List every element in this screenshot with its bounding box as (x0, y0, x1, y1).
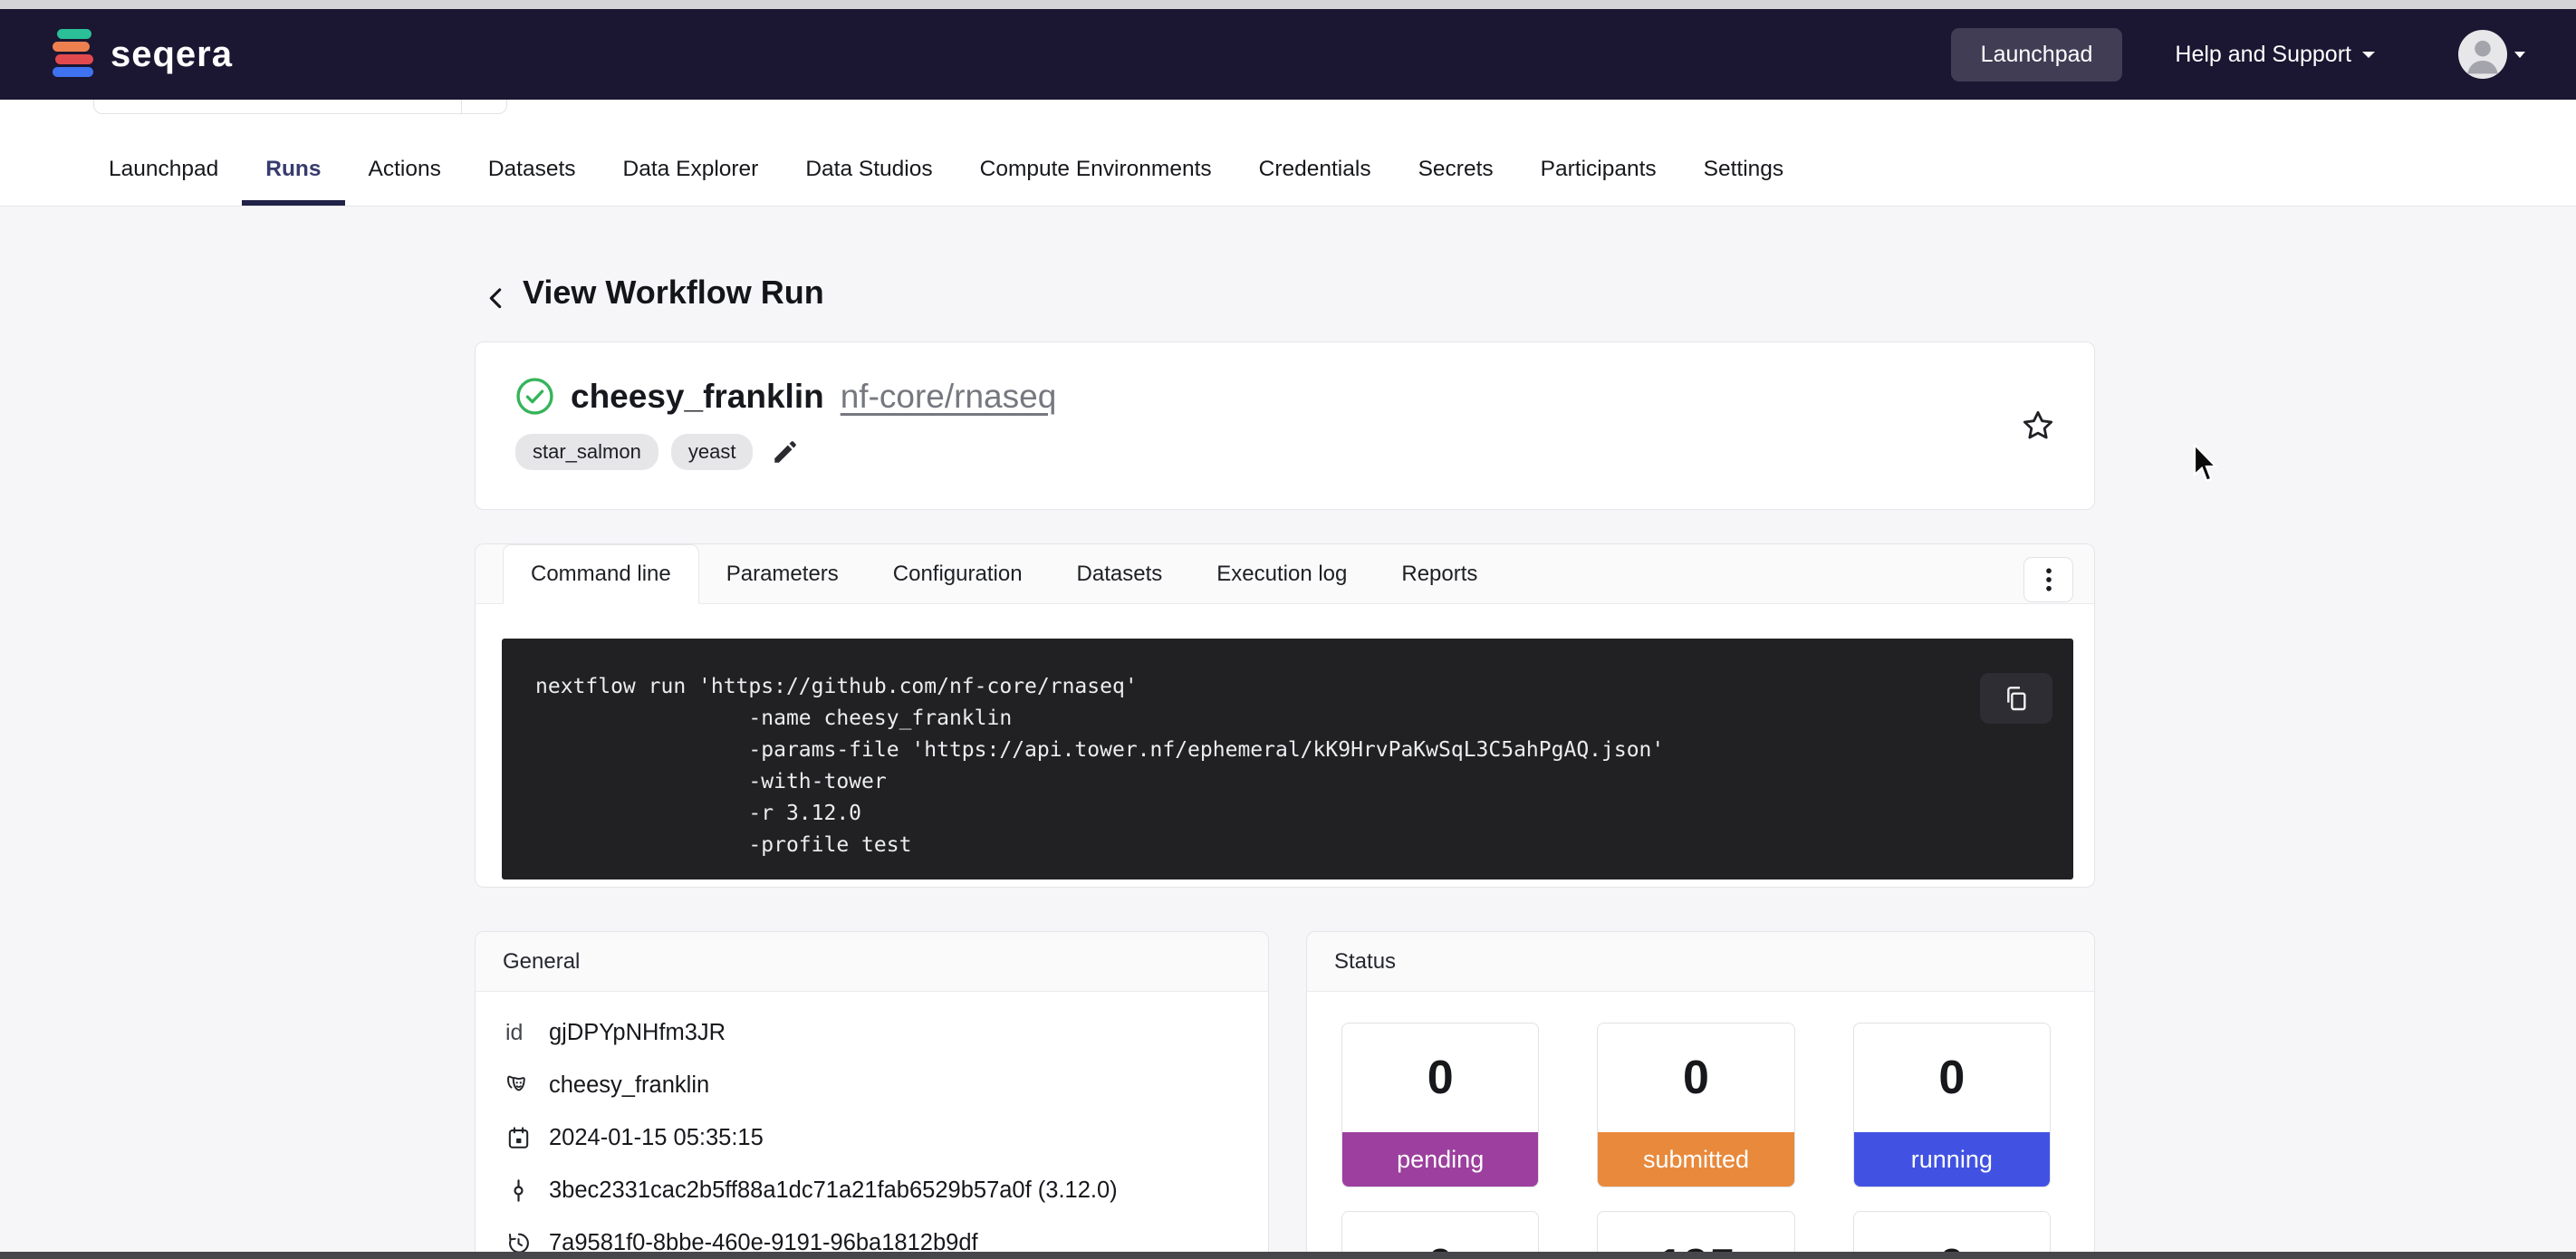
copy-command-button[interactable] (1980, 673, 2052, 724)
person-icon (2458, 30, 2507, 79)
running-count: 0 (1854, 1024, 2050, 1132)
general-header: General (476, 932, 1268, 992)
top-navbar: seqera Launchpad Help and Support (0, 9, 2576, 100)
chevron-down-icon (2514, 52, 2525, 58)
seqera-logo[interactable]: seqera (51, 27, 233, 82)
tab-reports[interactable]: Reports (1374, 544, 1504, 603)
status-card-pending: 0 pending (1341, 1023, 1539, 1187)
tab-settings[interactable]: Settings (1680, 157, 1808, 206)
code-line: -with-tower (535, 766, 2073, 798)
tab-secrets[interactable]: Secrets (1395, 157, 1517, 206)
general-row-name: cheesy_franklin (505, 1059, 1241, 1111)
detail-tabs: Command line Parameters Configuration Da… (476, 544, 2094, 604)
tab-launchpad[interactable]: Launchpad (85, 157, 242, 206)
chevron-down-icon (2362, 52, 2375, 58)
masks-icon (505, 1072, 532, 1099)
copy-icon (2002, 684, 2031, 713)
tab-data-explorer[interactable]: Data Explorer (600, 157, 783, 206)
run-detail-card: Command line Parameters Configuration Da… (475, 543, 2095, 888)
general-section: General id gjDPYpNHfm3JR cheesy_franklin (475, 931, 1269, 1259)
commit-icon (505, 1177, 532, 1204)
run-id-value: gjDPYpNHfm3JR (549, 1020, 726, 1046)
code-line: -r 3.12.0 (535, 798, 2073, 830)
page-title: View Workflow Run (523, 274, 824, 312)
pending-label: pending (1342, 1132, 1538, 1187)
back-button[interactable] (481, 280, 512, 316)
status-card-submitted: 0 submitted (1597, 1023, 1794, 1187)
code-line: -params-file 'https://api.tower.nf/ephem… (535, 735, 2073, 766)
general-row-commit: 3bec2331cac2b5ff88a1dc71a21fab6529b57a0f… (505, 1164, 1241, 1216)
tab-compute-environments[interactable]: Compute Environments (956, 157, 1235, 206)
edit-pencil-icon[interactable] (771, 437, 800, 466)
label-tag: star_salmon (515, 434, 658, 470)
tab-datasets-detail[interactable]: Datasets (1050, 544, 1190, 603)
brand-name: seqera (111, 34, 233, 75)
kebab-menu-icon (2037, 564, 2061, 595)
launchpad-button[interactable]: Launchpad (1951, 28, 2123, 82)
tab-command-line[interactable]: Command line (503, 544, 699, 604)
commit-id-value: 3bec2331cac2b5ff88a1dc71a21fab6529b57a0f… (549, 1177, 1118, 1204)
window-edge-strip (0, 0, 2576, 9)
workspace-tabs: Launchpad Runs Actions Datasets Data Exp… (85, 157, 1807, 206)
star-favorite-button[interactable] (2020, 408, 2056, 444)
general-row-date: 2024-01-15 05:35:15 (505, 1111, 1241, 1164)
status-header: Status (1307, 932, 2094, 992)
seqera-app: seqera Launchpad Help and Support Launch… (0, 0, 2576, 1259)
label-tag: yeast (671, 434, 754, 470)
avatar (2458, 30, 2507, 79)
general-row-id: id gjDPYpNHfm3JR (505, 1006, 1241, 1059)
code-line: nextflow run 'https://github.com/nf-core… (535, 671, 2073, 703)
calendar-icon (505, 1125, 532, 1151)
code-line: -name cheesy_franklin (535, 703, 2073, 735)
tab-configuration[interactable]: Configuration (866, 544, 1050, 603)
help-and-support-label: Help and Support (2175, 42, 2351, 68)
pipeline-link[interactable]: nf-core/rnaseq (841, 378, 1057, 416)
help-and-support-menu[interactable]: Help and Support (2175, 42, 2375, 68)
command-line-block: nextflow run 'https://github.com/nf-core… (502, 639, 2073, 879)
tab-participants[interactable]: Participants (1517, 157, 1680, 206)
submitted-label: submitted (1598, 1132, 1793, 1187)
chevron-left-icon (481, 280, 512, 316)
start-date-value: 2024-01-15 05:35:15 (549, 1125, 764, 1151)
search-input[interactable] (93, 100, 507, 114)
status-card-running: 0 running (1853, 1023, 2051, 1187)
status-section: Status 0 pending 0 submitted 0 running 0 (1306, 931, 2095, 1259)
tab-credentials[interactable]: Credentials (1235, 157, 1395, 206)
seqera-logo-icon (51, 27, 96, 82)
running-label: running (1854, 1132, 2050, 1187)
submitted-count: 0 (1598, 1024, 1793, 1132)
mouse-cursor (2190, 444, 2219, 484)
tab-datasets[interactable]: Datasets (465, 157, 600, 206)
input-divider (461, 100, 462, 113)
tab-parameters[interactable]: Parameters (699, 544, 866, 603)
more-options-button[interactable] (2023, 557, 2073, 602)
pending-count: 0 (1342, 1024, 1538, 1132)
star-icon (2020, 408, 2056, 444)
tab-data-studios[interactable]: Data Studios (782, 157, 956, 206)
window-bottom-strip (0, 1252, 2576, 1259)
code-line: -profile test (535, 830, 2073, 861)
run-name-value: cheesy_franklin (549, 1072, 709, 1099)
workspace-nav-band: Launchpad Runs Actions Datasets Data Exp… (0, 100, 2576, 207)
tab-execution-log[interactable]: Execution log (1189, 544, 1374, 603)
run-name: cheesy_franklin (571, 378, 824, 416)
user-menu[interactable] (2458, 30, 2525, 79)
tab-actions[interactable]: Actions (345, 157, 465, 206)
tab-runs[interactable]: Runs (242, 157, 344, 206)
run-summary-card: cheesy_franklin nf-core/rnaseq star_salm… (475, 341, 2095, 510)
id-label: id (505, 1020, 549, 1046)
success-check-icon (515, 377, 554, 416)
